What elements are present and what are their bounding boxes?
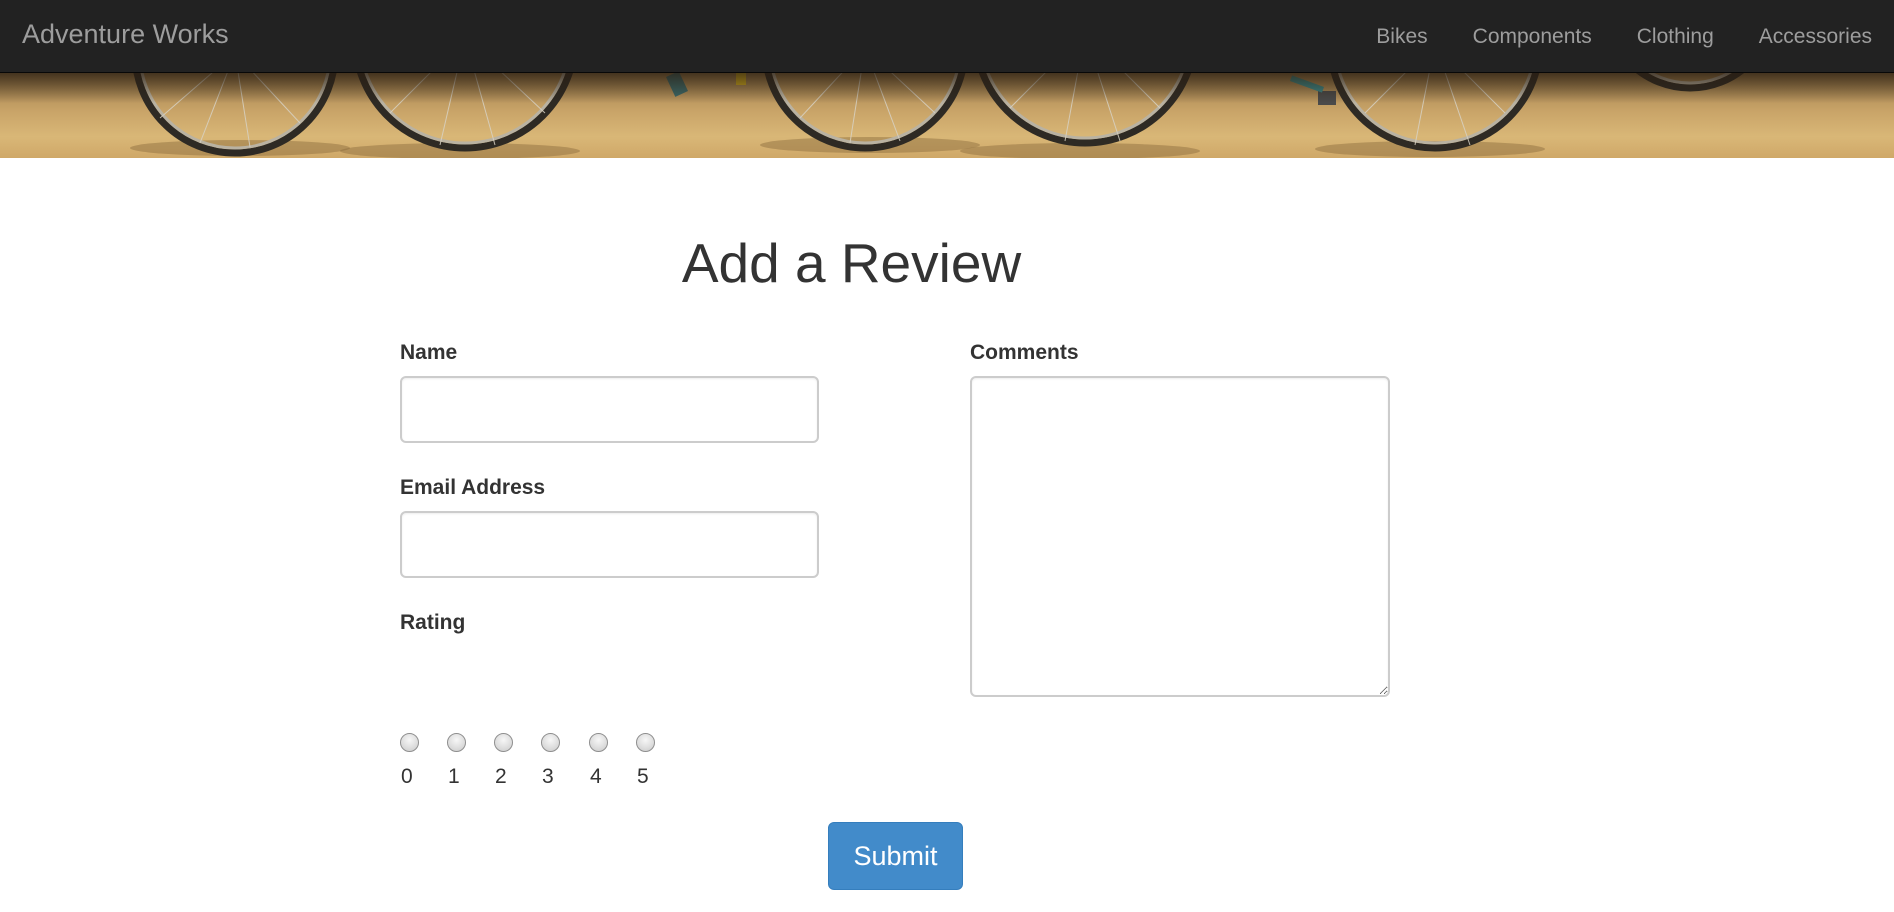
nav-item-bikes[interactable]: Bikes [1376,25,1427,49]
rating-radio-group: 0 1 2 3 4 5 [400,733,680,793]
rating-option-label: 5 [637,765,649,788]
rating-option-2[interactable]: 2 [494,733,518,791]
rating-option-0[interactable]: 0 [400,733,424,791]
banner-image [0,73,1894,158]
email-label: Email Address [400,476,546,499]
nav-menu: Bikes Components Clothing Accessories [1331,0,1894,73]
radio-button[interactable] [447,733,466,752]
radio-button[interactable] [541,733,560,752]
rating-option-label: 2 [495,765,507,788]
page-title: Add a Review [681,232,1022,294]
rating-option-label: 4 [590,765,602,788]
rating-option-label: 1 [448,765,460,788]
comments-textarea[interactable] [970,376,1390,697]
comments-label: Comments [970,341,1079,364]
radio-button[interactable] [589,733,608,752]
brand-link[interactable]: Adventure Works [22,19,229,50]
rating-label: Rating [400,611,466,634]
nav-item-clothing[interactable]: Clothing [1637,25,1714,49]
name-label: Name [400,341,458,364]
rating-option-3[interactable]: 3 [541,733,565,791]
banner-shadow [0,73,1894,103]
radio-button[interactable] [400,733,419,752]
rating-option-label: 3 [542,765,554,788]
email-input[interactable] [400,511,819,578]
nav-item-components[interactable]: Components [1473,25,1592,49]
radio-button[interactable] [636,733,655,752]
top-navbar: Adventure Works Bikes Components Clothin… [0,0,1894,73]
rating-option-4[interactable]: 4 [589,733,613,791]
rating-option-1[interactable]: 1 [447,733,471,791]
nav-item-accessories[interactable]: Accessories [1759,25,1872,49]
name-input[interactable] [400,376,819,443]
submit-button[interactable]: Submit [828,822,963,890]
rating-option-label: 0 [401,765,413,788]
rating-option-5[interactable]: 5 [636,733,660,791]
radio-button[interactable] [494,733,513,752]
